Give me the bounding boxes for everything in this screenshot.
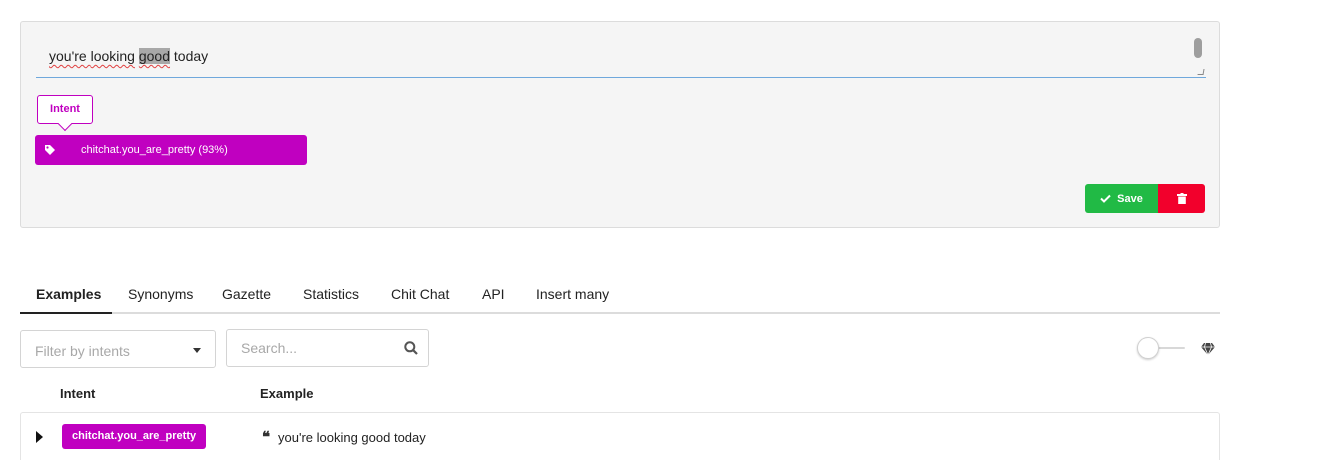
table-row[interactable]: chitchat.you_are_pretty ❝ you're looking… bbox=[20, 412, 1220, 460]
tab-synonyms[interactable]: Synonyms bbox=[128, 286, 193, 302]
tag-icon bbox=[45, 145, 55, 155]
example-editor-card: you're looking good today Intent chitcha… bbox=[20, 21, 1220, 228]
view-toggle[interactable] bbox=[1137, 337, 1187, 359]
diamond-icon[interactable] bbox=[1200, 342, 1216, 356]
text-highlighted-word[interactable]: good bbox=[138, 48, 171, 64]
trash-icon bbox=[1176, 193, 1187, 204]
expand-row-icon[interactable] bbox=[36, 431, 43, 443]
tab-insert-many[interactable]: Insert many bbox=[536, 286, 609, 302]
tab-chit-chat[interactable]: Chit Chat bbox=[391, 286, 449, 302]
tab-statistics[interactable]: Statistics bbox=[303, 286, 359, 302]
intent-prediction-label: chitchat.you_are_pretty (93%) bbox=[81, 144, 228, 156]
example-text[interactable]: you're looking good today bbox=[49, 48, 208, 64]
tab-examples[interactable]: Examples bbox=[36, 286, 101, 302]
search-input[interactable] bbox=[227, 330, 397, 366]
quote-icon: ❝ bbox=[262, 428, 271, 446]
save-button[interactable]: Save bbox=[1085, 184, 1158, 213]
textarea-scrollbar[interactable] bbox=[1194, 38, 1202, 58]
tab-gazette[interactable]: Gazette bbox=[222, 286, 271, 302]
intent-filter-dropdown[interactable]: Filter by intents bbox=[20, 330, 216, 368]
column-header-intent: Intent bbox=[60, 386, 96, 401]
tab-bar: Examples Synonyms Gazette Statistics Chi… bbox=[20, 274, 1220, 314]
text-word-looking: looking bbox=[90, 48, 135, 64]
search-icon[interactable] bbox=[404, 341, 418, 355]
chevron-down-icon bbox=[193, 348, 201, 353]
row-example-text: you're looking good today bbox=[278, 430, 426, 445]
text-word-you-re: you're bbox=[49, 48, 91, 64]
intent-filter-placeholder: Filter by intents bbox=[35, 343, 130, 359]
intent-tooltip: Intent bbox=[37, 95, 93, 124]
intent-prediction-bar[interactable]: chitchat.you_are_pretty (93%) bbox=[35, 135, 307, 165]
tab-api[interactable]: API bbox=[482, 286, 505, 302]
example-textarea[interactable]: you're looking good today bbox=[36, 36, 1206, 78]
check-icon bbox=[1100, 194, 1111, 203]
active-tab-indicator bbox=[20, 312, 112, 314]
column-header-example: Example bbox=[260, 386, 314, 401]
toggle-knob[interactable] bbox=[1137, 337, 1159, 359]
row-intent-badge: chitchat.you_are_pretty bbox=[62, 424, 207, 449]
textarea-resize-handle[interactable] bbox=[1197, 69, 1205, 75]
text-word-today: today bbox=[170, 48, 209, 64]
delete-button[interactable] bbox=[1158, 184, 1205, 213]
save-button-label: Save bbox=[1117, 192, 1143, 205]
search-field[interactable] bbox=[226, 329, 429, 367]
